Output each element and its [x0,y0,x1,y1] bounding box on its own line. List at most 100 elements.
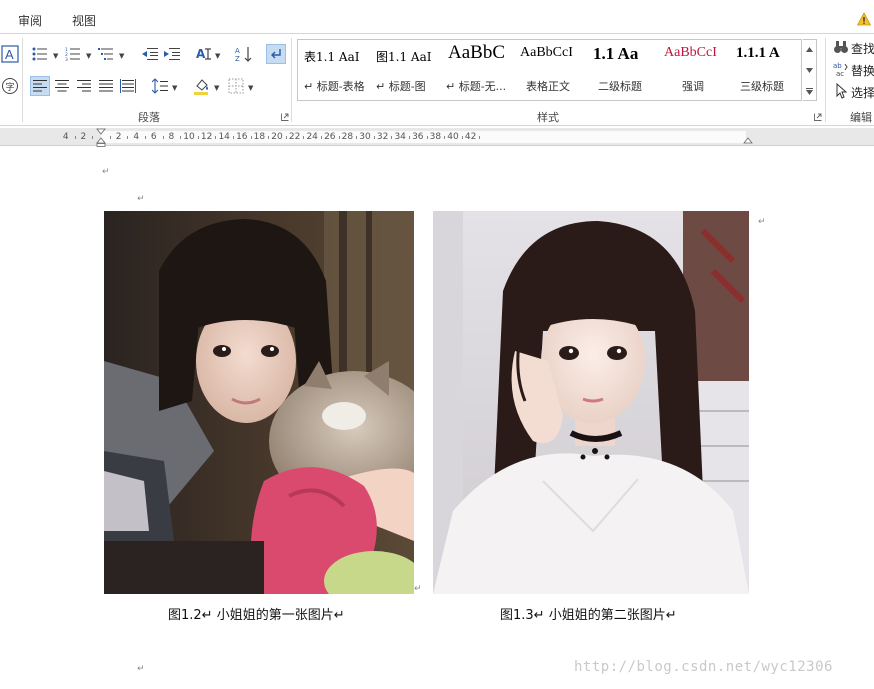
replace-button[interactable]: 替换 [851,62,874,79]
style-name: 强调 [682,80,704,93]
style-item-emphasis[interactable]: AaBbCcI 强调 [658,40,730,100]
gallery-scroll-up-icon[interactable] [805,45,814,54]
styles-gallery: 表1.1 AaI ↵ 标题-表格 图1.1 AaI ↵ 标题-图 AaBbC ↵… [297,39,802,101]
ruler-tick [426,136,428,139]
enclose-character-icon[interactable]: 字 [0,76,20,96]
ruler-tick [268,136,270,139]
style-name: ↵ 标题-表格 [304,80,365,93]
numbering-icon[interactable]: 123 [63,44,83,64]
align-center-icon[interactable] [52,76,72,96]
multilevel-list-dropdown-icon[interactable]: ▼ [119,52,124,60]
ruler-number: 34 [394,132,406,142]
ruler-tick [92,136,94,139]
find-button[interactable]: 查找 [851,40,874,57]
ruler-number: 8 [168,132,175,142]
ribbon: A 字 ▼ 123 ▼ ▼ A ▼ AZ ▼ ▼ ▼ 段落 表1.1 AaI ↵… [0,34,874,126]
document-page[interactable]: ↵ ↵ ↵ ↵ 图1.2↵ 小姐姐的第一张图片↵ 图1.3↵ 小姐姐的第二张图片… [0,147,874,689]
decrease-indent-icon[interactable] [140,44,160,64]
line-spacing-icon[interactable] [150,76,170,96]
ruler-tick [338,136,340,139]
select-button[interactable]: 选择 [851,84,874,101]
ruler-number: 42 [464,132,477,142]
style-sample: AaBbCcI [664,45,717,60]
figure-caption-2: 图1.3↵ 小姐姐的第二张图片↵ [500,608,677,623]
text-box-a-icon[interactable]: A [0,44,20,64]
shading-icon[interactable] [192,76,212,96]
style-name: ↵ 标题-无... [446,80,507,93]
align-right-icon[interactable] [74,76,94,96]
style-sample: AaBbCcI [520,45,573,60]
align-left-icon[interactable] [30,76,50,96]
paragraph-dialog-launcher-icon[interactable] [281,113,289,121]
ruler-number: 30 [359,132,371,142]
show-formatting-marks-icon[interactable] [266,44,286,64]
asian-layout-dropdown-icon[interactable]: ▼ [215,52,220,60]
paragraph-mark: ↵ [758,217,766,227]
ruler-tick [197,136,199,139]
line-spacing-dropdown-icon[interactable]: ▼ [172,84,177,92]
photo-girl-with-cat[interactable] [104,211,414,594]
ruler-tick [356,136,358,139]
ruler-tick [391,136,393,139]
svg-text:A: A [235,47,240,55]
warning-icon[interactable] [857,12,871,26]
ruler-number: 10 [183,132,195,142]
ruler-tick [127,136,129,139]
right-indent-marker-icon[interactable] [743,137,753,147]
ruler-tick [373,136,375,139]
select-cursor-icon[interactable] [833,83,849,99]
ruler-tick [479,136,481,139]
style-item-heading-2[interactable]: 1.1 Aa 二级标题 [590,40,656,100]
style-item-heading-figure[interactable]: 图1.1 AaI ↵ 标题-图 [372,40,440,100]
group-label-styles: 样式 [537,111,559,124]
ruler-number: 4 [62,132,69,142]
tab-view[interactable]: 视图 [72,12,96,29]
tab-review[interactable]: 审阅 [18,12,42,29]
shading-dropdown-icon[interactable]: ▼ [214,84,219,92]
sort-icon[interactable]: AZ [234,44,254,64]
photo-girl-selfie[interactable] [433,211,749,594]
ruler-tick [303,136,305,139]
ruler-number: 14 [218,132,230,142]
style-name: 表格正文 [526,80,570,93]
ruler-number: 38 [429,132,442,142]
group-separator [22,38,23,122]
asian-layout-icon[interactable]: A [194,44,214,64]
styles-dialog-launcher-icon[interactable] [814,113,822,121]
borders-dropdown-icon[interactable]: ▼ [248,84,253,92]
hanging-indent-marker-icon[interactable] [96,137,106,147]
group-separator [825,38,826,122]
style-item-table-body[interactable]: AaBbCcI 表格正文 [516,40,588,100]
find-binoculars-icon[interactable] [833,39,849,55]
styles-gallery-scrollbar[interactable] [803,39,817,101]
paragraph-mark: ↵ [137,664,145,674]
multilevel-list-icon[interactable] [96,44,116,64]
numbering-dropdown-icon[interactable]: ▼ [86,52,91,60]
group-label-editing: 编辑 [850,111,872,124]
svg-text:ac: ac [836,70,844,77]
gallery-scroll-down-icon[interactable] [805,66,814,75]
horizontal-ruler[interactable]: 4 2 2 4 6 8 10 12 14 16 18 20 22 24 26 28 30 32 34 36 38 40 42 [0,128,874,147]
style-sample: 1.1.1 A [736,45,780,61]
style-item-heading-table[interactable]: 表1.1 AaI ↵ 标题-表格 [300,40,370,100]
bullets-dropdown-icon[interactable]: ▼ [53,52,58,60]
style-item-heading-3[interactable]: 1.1.1 A 三级标题 [732,40,801,100]
ribbon-tab-bar: 审阅 视图 [0,0,874,34]
paragraph-mark: ↵ [102,167,110,177]
ruler-tick [180,136,182,139]
ruler-number: 16 [236,132,248,142]
style-item-heading-unnumbered[interactable]: AaBbC ↵ 标题-无... [442,40,514,100]
justify-icon[interactable] [96,76,116,96]
replace-icon[interactable]: abac [833,61,849,77]
paragraph-mark: ↵ [414,584,422,594]
gallery-more-icon[interactable] [805,87,814,96]
ruler-tick [145,136,146,139]
borders-icon[interactable] [226,76,246,96]
increase-indent-icon[interactable] [162,44,182,64]
ruler-number: 12 [200,132,213,142]
ruler-number: 6 [150,132,157,142]
ruler-tick [461,136,463,139]
style-name: 二级标题 [598,80,642,93]
distributed-icon[interactable] [118,76,138,96]
bullets-icon[interactable] [30,44,50,64]
